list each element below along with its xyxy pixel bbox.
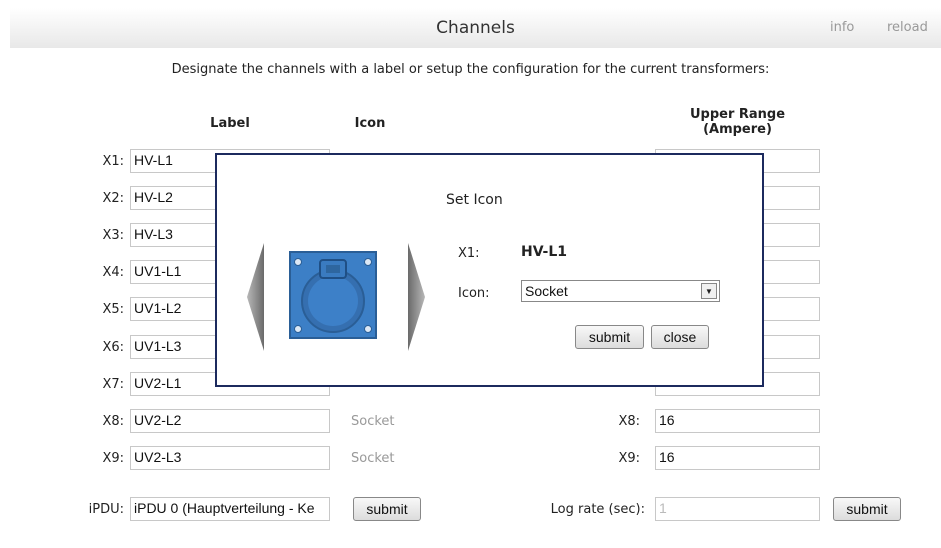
channel-icon-link[interactable]: Socket xyxy=(351,451,395,466)
channel-id: X7: xyxy=(102,377,124,392)
socket-icon xyxy=(289,251,377,339)
set-icon-dialog: Set Icon X1: HV-L1 Icon: Socket ▼ submit… xyxy=(215,153,764,387)
ipdu-select[interactable]: iPDU 0 (Hauptverteilung - Ke xyxy=(130,497,330,521)
log-rate-input[interactable]: 1 xyxy=(655,497,820,521)
ipdu-submit-button[interactable]: submit xyxy=(353,497,421,521)
channel-id: X8: xyxy=(102,414,124,429)
dialog-close-button[interactable]: close xyxy=(651,325,709,349)
column-upper-range-line2: (Ampere) xyxy=(703,122,772,137)
range-channel-id: X8: xyxy=(618,414,640,429)
previous-arrow-icon[interactable] xyxy=(245,241,265,353)
log-rate-label: Log rate (sec): xyxy=(550,502,645,517)
next-arrow-icon[interactable] xyxy=(407,241,427,353)
icon-select-value: Socket xyxy=(525,283,568,299)
channel-id: X5: xyxy=(102,302,124,317)
column-label-heading: Label xyxy=(210,116,250,131)
reload-link[interactable]: reload xyxy=(887,20,928,35)
column-upper-range-line1: Upper Range xyxy=(689,107,786,122)
header-bar: Channels info reload xyxy=(10,8,941,48)
range-channel-id: X9: xyxy=(618,451,640,466)
channel-label-input[interactable]: UV2-L3 xyxy=(130,446,330,470)
dialog-channel-value: HV-L1 xyxy=(521,244,568,260)
column-icon-heading: Icon xyxy=(354,116,386,131)
info-link[interactable]: info xyxy=(830,20,854,35)
dialog-title: Set Icon xyxy=(446,192,503,208)
channel-id: X2: xyxy=(102,191,124,206)
ipdu-label: iPDU: xyxy=(88,502,124,517)
icon-select[interactable]: Socket ▼ xyxy=(521,280,720,302)
intro-text: Designate the channels with a label or s… xyxy=(171,62,770,77)
dialog-icon-label: Icon: xyxy=(458,286,490,301)
channel-id: X6: xyxy=(102,340,124,355)
log-rate-submit-button[interactable]: submit xyxy=(833,497,901,521)
channel-id: X1: xyxy=(102,154,124,169)
dialog-channel-label: X1: xyxy=(458,246,480,261)
channel-id: X9: xyxy=(102,451,124,466)
column-upper-range-heading: Upper Range (Ampere) xyxy=(660,107,815,137)
upper-range-input[interactable]: 16 xyxy=(655,446,820,470)
chevron-down-icon[interactable]: ▼ xyxy=(701,283,717,299)
dialog-submit-button[interactable]: submit xyxy=(575,325,644,349)
channel-icon-link[interactable]: Socket xyxy=(351,414,395,429)
upper-range-input[interactable]: 16 xyxy=(655,409,820,433)
channel-label-input[interactable]: UV2-L2 xyxy=(130,409,330,433)
channel-id: X3: xyxy=(102,228,124,243)
channel-id: X4: xyxy=(102,265,124,280)
page-title: Channels xyxy=(436,18,515,38)
